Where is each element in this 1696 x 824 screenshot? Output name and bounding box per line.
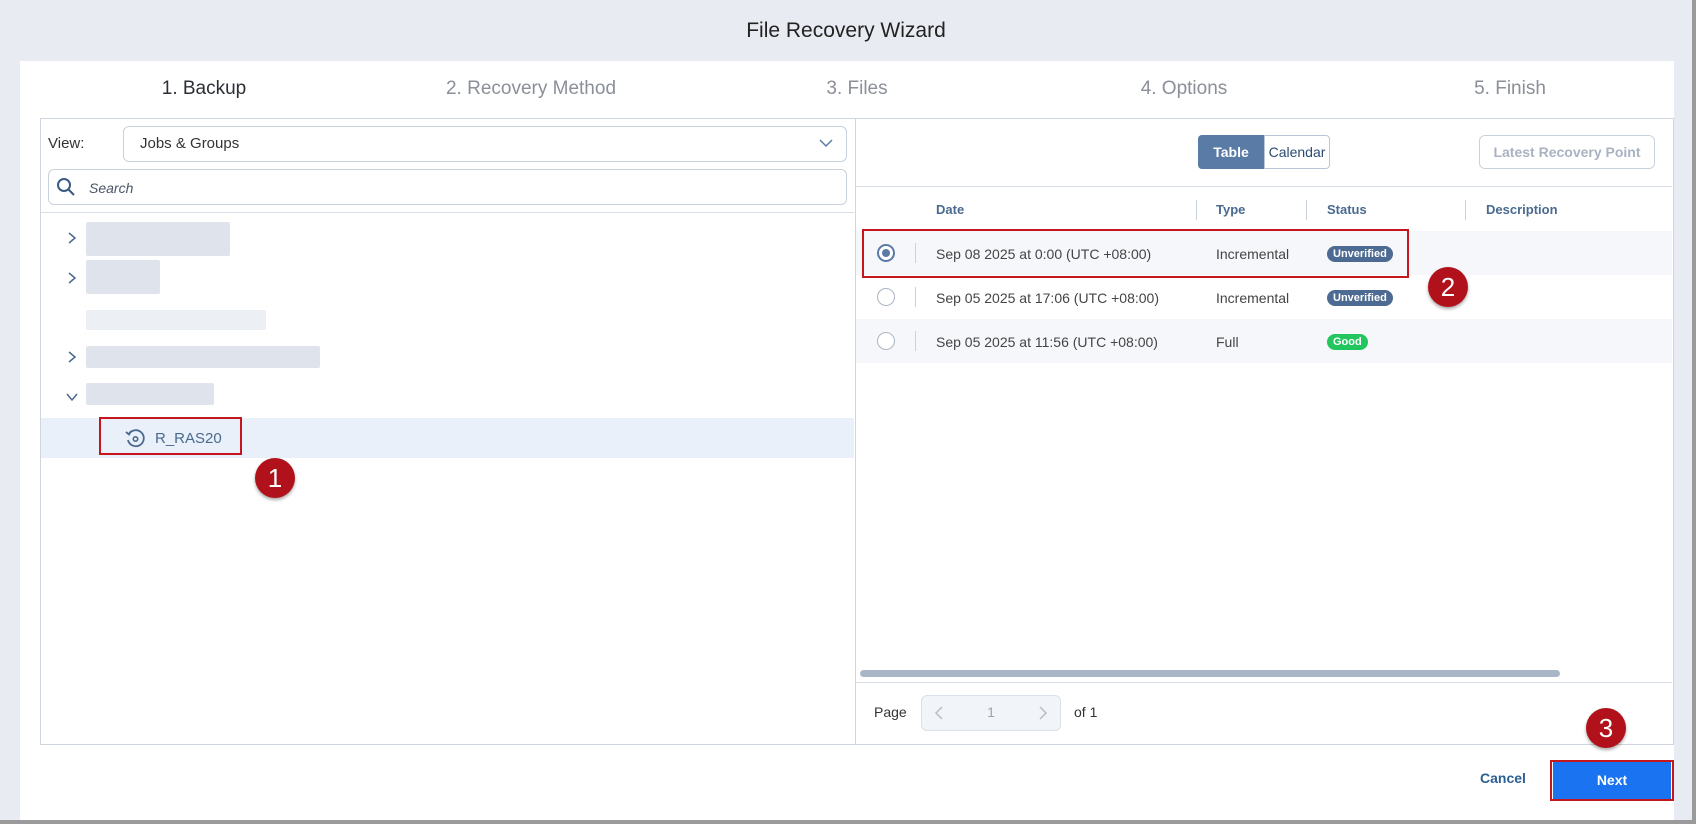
column-header-description[interactable]: Description bbox=[1486, 202, 1558, 217]
row-date: Sep 05 2025 at 11:56 (UTC +08:00) bbox=[936, 334, 1158, 350]
cell-separator bbox=[915, 287, 916, 307]
pager-current-page[interactable]: 1 bbox=[980, 704, 1002, 720]
step-finish[interactable]: 5. Finish bbox=[1390, 78, 1630, 102]
window-title: File Recovery Wizard bbox=[746, 19, 946, 42]
chevron-down-icon bbox=[819, 139, 833, 148]
tree-divider bbox=[41, 212, 854, 213]
annotation-marker: 1 bbox=[255, 458, 295, 498]
tree-item-blurred[interactable] bbox=[86, 260, 160, 294]
window-shadow-bottom bbox=[0, 820, 1696, 824]
tree-item-blurred[interactable] bbox=[86, 383, 214, 405]
row-date: Sep 05 2025 at 17:06 (UTC +08:00) bbox=[936, 290, 1159, 306]
annotation-highlight-box bbox=[862, 229, 1409, 278]
column-separator[interactable] bbox=[1465, 200, 1466, 220]
annotation-highlight-box bbox=[99, 417, 242, 455]
chevron-left-icon[interactable] bbox=[932, 705, 946, 721]
annotation-marker: 2 bbox=[1428, 267, 1468, 307]
window-shadow-right bbox=[1692, 0, 1696, 824]
search-icon bbox=[57, 178, 75, 196]
column-separator[interactable] bbox=[1306, 200, 1307, 220]
horizontal-scrollbar[interactable] bbox=[860, 670, 1560, 677]
left-frame bbox=[0, 61, 20, 820]
tree-item-blurred[interactable] bbox=[86, 310, 266, 330]
column-header-type[interactable]: Type bbox=[1216, 202, 1245, 217]
row-radio[interactable] bbox=[877, 288, 895, 306]
tree-item-blurred[interactable] bbox=[86, 346, 320, 368]
column-header-status[interactable]: Status bbox=[1327, 202, 1367, 217]
row-type: Incremental bbox=[1216, 290, 1290, 306]
cancel-button[interactable]: Cancel bbox=[1468, 770, 1538, 790]
view-label: View: bbox=[48, 135, 85, 152]
status-badge: Unverified bbox=[1327, 290, 1393, 306]
pager-divider bbox=[856, 682, 1672, 683]
annotation-highlight-box bbox=[1550, 760, 1674, 801]
step-backup[interactable]: 1. Backup bbox=[84, 78, 324, 102]
tree-item-blurred[interactable] bbox=[86, 222, 230, 256]
step-options[interactable]: 4. Options bbox=[1064, 78, 1304, 102]
latest-recovery-point-button[interactable]: Latest Recovery Point bbox=[1479, 135, 1655, 169]
row-radio[interactable] bbox=[877, 332, 895, 350]
step-recovery-method[interactable]: 2. Recovery Method bbox=[411, 78, 651, 102]
chevron-down-icon[interactable] bbox=[65, 390, 79, 404]
calendar-view-toggle[interactable]: Calendar bbox=[1264, 135, 1330, 169]
annotation-marker: 3 bbox=[1586, 708, 1626, 748]
row-type: Full bbox=[1216, 334, 1239, 350]
chevron-right-icon[interactable] bbox=[65, 231, 79, 245]
column-separator[interactable] bbox=[1196, 200, 1197, 220]
search-input[interactable] bbox=[48, 169, 847, 205]
view-dropdown-value: Jobs & Groups bbox=[140, 135, 240, 152]
chevron-right-icon[interactable] bbox=[65, 271, 79, 285]
pager-label: Page bbox=[874, 704, 907, 720]
status-badge: Good bbox=[1327, 334, 1368, 350]
chevron-right-icon[interactable] bbox=[65, 350, 79, 364]
table-header-divider bbox=[856, 186, 1672, 187]
column-header-date[interactable]: Date bbox=[936, 202, 964, 217]
pager-total: of 1 bbox=[1074, 704, 1098, 720]
table-view-toggle[interactable]: Table bbox=[1198, 135, 1264, 169]
chevron-right-icon[interactable] bbox=[1036, 705, 1050, 721]
search-placeholder: Search bbox=[89, 180, 134, 196]
step-files[interactable]: 3. Files bbox=[737, 78, 977, 102]
cell-separator bbox=[915, 331, 916, 351]
right-frame bbox=[1674, 61, 1692, 820]
